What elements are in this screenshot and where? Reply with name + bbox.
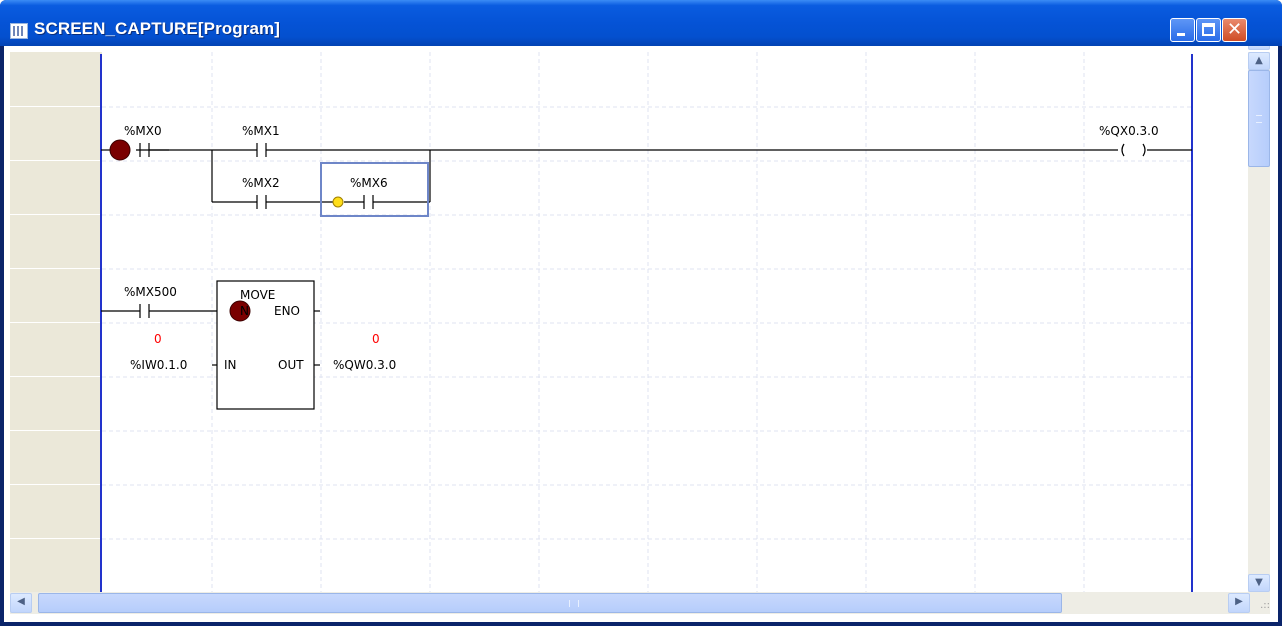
minimize-icon xyxy=(1177,33,1185,36)
pin-in-label: IN xyxy=(224,358,237,372)
minimize-button[interactable] xyxy=(1170,18,1195,42)
vertical-scrollbar[interactable]: ▲ ▼ xyxy=(1248,46,1270,592)
resize-grip-icon[interactable]: .:: xyxy=(1250,592,1270,614)
horizontal-scroll-thumb[interactable] xyxy=(38,593,1062,613)
close-icon: ✕ xyxy=(1226,19,1243,40)
scroll-down-button[interactable]: ▼ xyxy=(1248,574,1270,592)
maximize-icon xyxy=(1202,23,1215,36)
block-name: MOVE xyxy=(240,288,275,302)
editor-client-area: %MX0 %MX1 %MX2 %MX6 %QX0.3.0 %MX500 MOVE… xyxy=(4,46,1278,622)
contact-mx0-label[interactable]: %MX0 xyxy=(124,124,162,138)
contact-mx6-label[interactable]: %MX6 xyxy=(350,176,388,190)
pin-en-label: N xyxy=(240,304,249,318)
contact-mx2-label[interactable]: %MX2 xyxy=(242,176,280,190)
coil-qx0-3-0-label[interactable]: %QX0.3.0 xyxy=(1099,124,1159,138)
input-variable-label[interactable]: %IW0.1.0 xyxy=(130,358,187,372)
program-window: SCREEN_CAPTURE[Program] ✕ %MX0 %MX1 %MX2… xyxy=(0,0,1282,626)
scroll-right-button[interactable]: ▶ xyxy=(1228,593,1250,613)
output-variable-label[interactable]: %QW0.3.0 xyxy=(333,358,396,372)
contact-mx1-label[interactable]: %MX1 xyxy=(242,124,280,138)
scroll-left-button[interactable]: ◀ xyxy=(10,593,32,613)
pin-eno-label: ENO xyxy=(274,304,300,318)
window-title: SCREEN_CAPTURE[Program] xyxy=(34,19,281,38)
program-icon xyxy=(10,23,28,39)
input-monitor-value: 0 xyxy=(154,332,162,346)
horizontal-scrollbar[interactable]: ◀ ▶ xyxy=(10,592,1250,614)
vertical-scroll-thumb[interactable] xyxy=(1248,70,1270,167)
current-position-marker-icon xyxy=(332,196,344,208)
scroll-up-button[interactable]: ▲ xyxy=(1248,52,1270,70)
grip-icon xyxy=(569,600,579,607)
maximize-button[interactable] xyxy=(1196,18,1221,42)
grip-icon xyxy=(1256,115,1262,123)
title-bar[interactable]: SCREEN_CAPTURE[Program] ✕ xyxy=(0,0,1282,46)
contact-mx500-label[interactable]: %MX500 xyxy=(124,285,177,299)
pin-out-label: OUT xyxy=(278,358,304,372)
close-button[interactable]: ✕ xyxy=(1222,18,1247,42)
output-monitor-value: 0 xyxy=(372,332,380,346)
split-handle[interactable] xyxy=(1248,46,1270,50)
breakpoint-icon[interactable] xyxy=(109,139,131,161)
ladder-diagram-canvas[interactable]: %MX0 %MX1 %MX2 %MX6 %QX0.3.0 %MX500 MOVE… xyxy=(4,46,1248,592)
